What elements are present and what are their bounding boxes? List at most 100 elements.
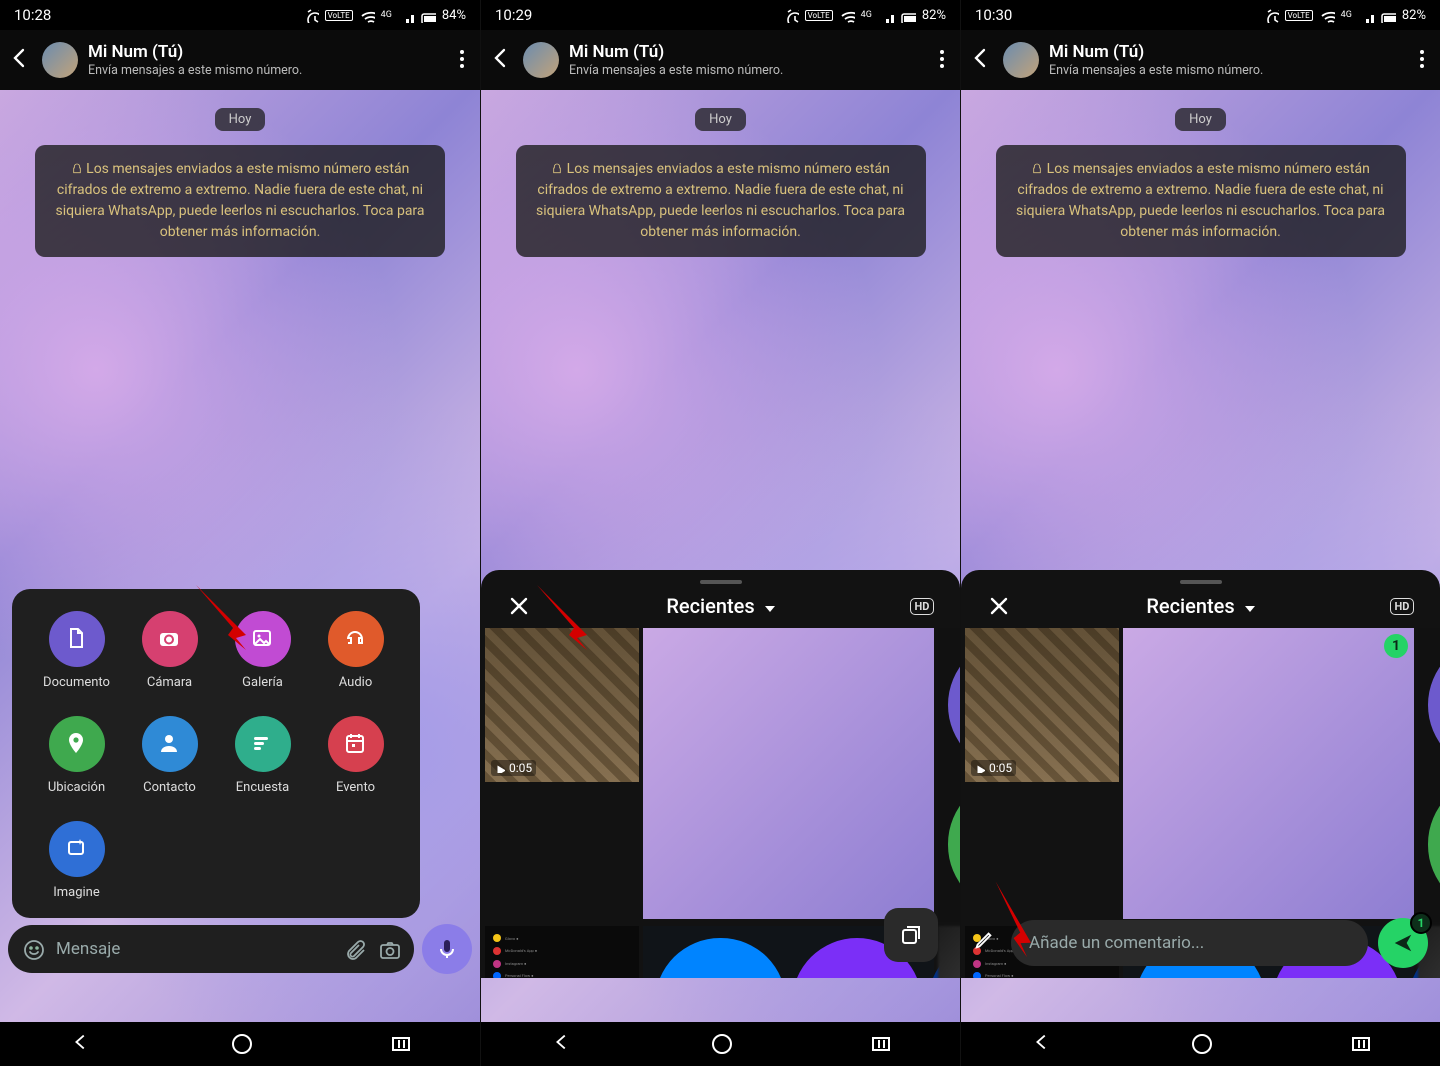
gallery-thumb[interactable]: Glovo ● McDonald's App ● Instagram ● Per… bbox=[485, 926, 639, 978]
chat-title-area[interactable]: Mi Num (Tú) Envía mensajes a este mismo … bbox=[1049, 42, 1400, 77]
camera-icon[interactable] bbox=[378, 938, 400, 960]
status-time: 10:29 bbox=[495, 6, 532, 24]
more-button[interactable] bbox=[450, 47, 472, 73]
status-time: 10:30 bbox=[975, 6, 1012, 24]
nav-recents[interactable] bbox=[392, 1037, 410, 1051]
status-battery: 82% bbox=[1402, 8, 1426, 23]
back-button[interactable] bbox=[489, 46, 513, 74]
gallery-thumb[interactable] bbox=[643, 628, 934, 919]
avatar[interactable] bbox=[523, 42, 559, 78]
date-pill: Hoy bbox=[1175, 108, 1226, 131]
albums-button[interactable] bbox=[884, 908, 938, 962]
status-icons: VoLTE 4G 84% bbox=[303, 7, 466, 23]
more-button[interactable] bbox=[930, 47, 952, 73]
comment-input[interactable]: Añade un comentario... bbox=[1011, 920, 1368, 966]
mic-button[interactable] bbox=[422, 924, 472, 974]
album-selector[interactable]: Recientes bbox=[1146, 594, 1254, 618]
attach-location[interactable]: Ubicación bbox=[30, 716, 123, 795]
gallery-sheet: Recientes HD 0:05 Glovo ● McDonald's App… bbox=[481, 570, 960, 978]
date-pill: Hoy bbox=[695, 108, 746, 131]
encryption-text: Los mensajes enviados a este mismo númer… bbox=[536, 161, 905, 240]
status-time: 10:28 bbox=[14, 6, 51, 24]
back-button[interactable] bbox=[8, 46, 32, 74]
gallery-thumb[interactable] bbox=[938, 926, 960, 978]
gallery-thumb[interactable]: 0:05 bbox=[485, 628, 639, 782]
nav-back[interactable] bbox=[70, 1031, 92, 1057]
chat-body: Hoy Los mensajes enviados a este mismo n… bbox=[0, 90, 480, 1022]
attach-gallery[interactable]: Galería bbox=[216, 611, 309, 690]
attach-label: Encuesta bbox=[236, 780, 289, 795]
attach-camera[interactable]: Cámara bbox=[123, 611, 216, 690]
close-button[interactable] bbox=[977, 594, 1021, 618]
emoji-icon[interactable] bbox=[22, 938, 44, 960]
album-selector[interactable]: Recientes bbox=[666, 594, 774, 618]
camera-icon bbox=[142, 611, 198, 667]
message-input[interactable]: Mensaje bbox=[8, 925, 414, 973]
gallery-thumb[interactable] bbox=[938, 628, 960, 922]
status-net: 4G bbox=[861, 10, 872, 20]
lock-icon bbox=[1031, 161, 1043, 177]
attach-label: Evento bbox=[336, 780, 375, 795]
nav-back[interactable] bbox=[1031, 1031, 1053, 1057]
more-button[interactable] bbox=[1410, 47, 1432, 73]
chat-title-area[interactable]: Mi Num (Tú) Envía mensajes a este mismo … bbox=[88, 42, 440, 77]
message-placeholder: Mensaje bbox=[56, 939, 332, 959]
encryption-text: Los mensajes enviados a este mismo númer… bbox=[1016, 161, 1385, 240]
image-icon bbox=[235, 611, 291, 667]
attach-audio[interactable]: Audio bbox=[309, 611, 402, 690]
wifi-icon bbox=[359, 7, 375, 23]
nav-recents[interactable] bbox=[872, 1037, 890, 1051]
send-button[interactable]: 1 bbox=[1378, 918, 1428, 968]
gallery-thumb[interactable] bbox=[1418, 628, 1440, 922]
nav-back[interactable] bbox=[551, 1031, 573, 1057]
send-count: 1 bbox=[1410, 912, 1432, 934]
encryption-notice[interactable]: Los mensajes enviados a este mismo númer… bbox=[516, 145, 926, 257]
avatar[interactable] bbox=[1003, 42, 1039, 78]
hd-toggle[interactable]: HD bbox=[900, 598, 944, 615]
chevron-down-icon bbox=[1241, 599, 1255, 613]
nav-home[interactable] bbox=[712, 1034, 732, 1054]
lock-icon bbox=[71, 161, 83, 177]
signal-icon bbox=[398, 7, 414, 23]
status-icons: VoLTE 4G 82% bbox=[1263, 7, 1426, 23]
attach-icon[interactable] bbox=[344, 938, 366, 960]
encryption-notice[interactable]: Los mensajes enviados a este mismo númer… bbox=[996, 145, 1406, 257]
battery-icon bbox=[1380, 7, 1396, 23]
document-icon bbox=[49, 611, 105, 667]
nav-home[interactable] bbox=[1192, 1034, 1212, 1054]
person-icon bbox=[142, 716, 198, 772]
gallery-thumb[interactable]: 0:05 bbox=[965, 628, 1119, 782]
status-battery: 84% bbox=[442, 8, 466, 23]
attach-label: Audio bbox=[339, 675, 372, 690]
close-button[interactable] bbox=[497, 594, 541, 618]
calendar-icon bbox=[328, 716, 384, 772]
comment-placeholder: Añade un comentario... bbox=[1029, 933, 1204, 953]
sheet-handle[interactable] bbox=[1180, 580, 1222, 584]
sheet-title-text: Recientes bbox=[1146, 594, 1234, 618]
sheet-handle[interactable] bbox=[700, 580, 742, 584]
attach-imagine[interactable]: Imagine bbox=[30, 821, 123, 900]
attach-event[interactable]: Evento bbox=[309, 716, 402, 795]
edit-button[interactable] bbox=[973, 929, 1001, 957]
hd-toggle[interactable]: HD bbox=[1380, 598, 1424, 615]
attach-contact[interactable]: Contacto bbox=[123, 716, 216, 795]
chat-header: Mi Num (Tú) Envía mensajes a este mismo … bbox=[961, 30, 1440, 90]
chat-body: Hoy Los mensajes enviados a este mismo n… bbox=[961, 90, 1440, 1022]
status-bar: 10:29 VoLTE 4G 82% bbox=[481, 0, 960, 30]
attach-label: Documento bbox=[43, 675, 110, 690]
back-button[interactable] bbox=[969, 46, 993, 74]
ai-image-icon bbox=[49, 821, 105, 877]
video-badge: 0:05 bbox=[971, 760, 1016, 776]
encryption-notice[interactable]: Los mensajes enviados a este mismo númer… bbox=[35, 145, 445, 257]
gallery-thumb-selected[interactable]: 1 bbox=[1123, 628, 1414, 919]
signal-icon bbox=[878, 7, 894, 23]
chat-title-area[interactable]: Mi Num (Tú) Envía mensajes a este mismo … bbox=[569, 42, 920, 77]
hd-badge: HD bbox=[910, 598, 935, 615]
attach-document[interactable]: Documento bbox=[30, 611, 123, 690]
attach-poll[interactable]: Encuesta bbox=[216, 716, 309, 795]
lock-icon bbox=[551, 161, 563, 177]
sheet-header: Recientes HD bbox=[481, 590, 960, 628]
nav-recents[interactable] bbox=[1352, 1037, 1370, 1051]
nav-home[interactable] bbox=[232, 1034, 252, 1054]
avatar[interactable] bbox=[42, 42, 78, 78]
